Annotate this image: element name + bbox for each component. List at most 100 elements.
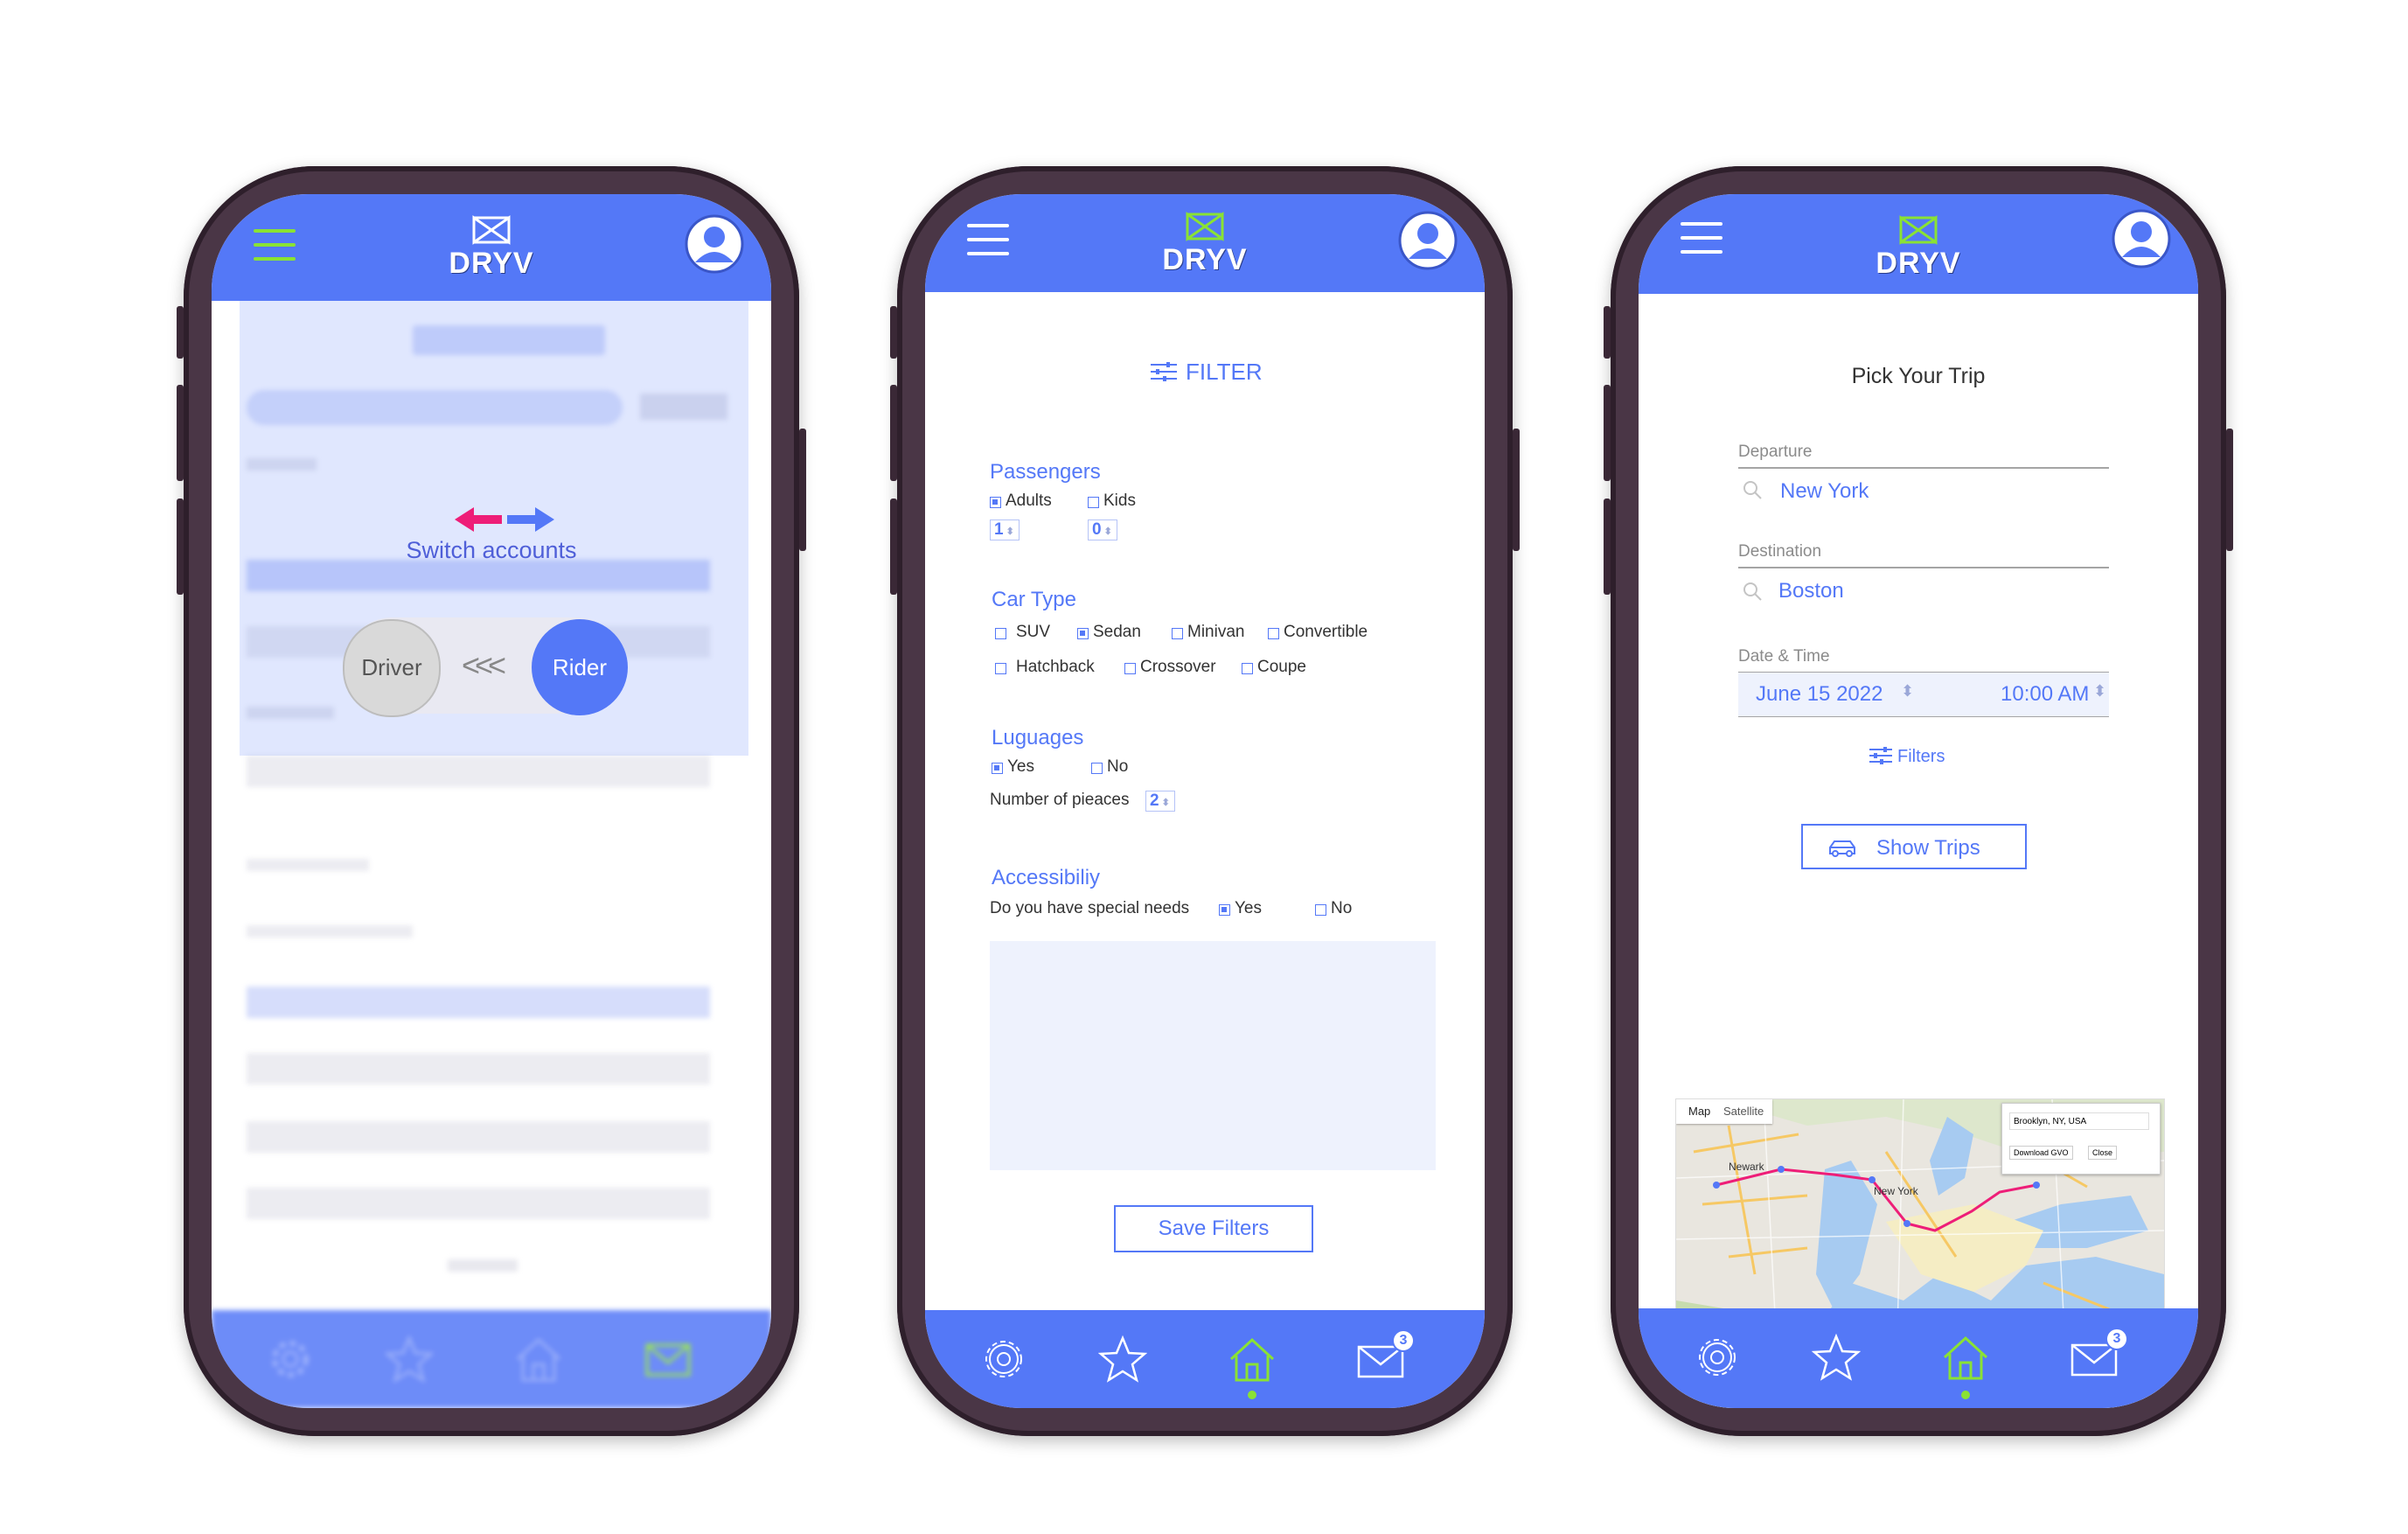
screen-switch-accounts: DRYV Switch accounts <<< Driver Rider [212,194,771,1408]
settings-icon[interactable] [1693,1333,1742,1382]
time-arrows-icon: ⬍ [2093,682,2107,700]
special-needs-textarea[interactable] [990,941,1436,1170]
satellite-tab[interactable]: Satellite [1723,1105,1764,1118]
kids-stepper[interactable]: 0 ⬍ [1088,519,1117,540]
search-icon [1743,481,1762,499]
profile-icon[interactable] [2111,208,2172,269]
special-needs-yes-label: Yes [1235,899,1262,917]
top-bar: DRYV [925,194,1485,292]
date-picker[interactable]: June 15 2022 [1756,682,1883,707]
logo-text: DRYV [449,247,534,280]
settings-icon[interactable] [266,1335,315,1384]
mail-badge: 3 [2105,1328,2128,1350]
menu-icon[interactable] [254,229,296,264]
crossover-checkbox[interactable] [1124,663,1136,674]
filter-title: FILTER [1186,359,1263,385]
special-needs-question: Do you have special needs [990,899,1190,917]
adults-value: 1 [994,520,1004,539]
luggages-yes-checkbox[interactable] [992,763,1003,774]
home-icon[interactable] [1228,1335,1277,1384]
home-icon[interactable] [1941,1333,1990,1382]
special-needs-no-label: No [1331,899,1353,917]
accessibility-title: Accessibiliy [992,866,1101,889]
map-label-newyork: New York [1874,1185,1918,1197]
sedan-label: Sedan [1093,623,1141,641]
phone-2: DRYV FILTER Passengers Adults Kids 1 ⬍ 0 ⬍… [890,166,1520,1436]
bottom-nav: 3 [1639,1308,2198,1408]
settings-icon[interactable] [979,1335,1028,1384]
active-indicator [1961,1391,1970,1399]
suv-checkbox[interactable] [995,628,1006,639]
show-trips-button[interactable]: Show Trips [1801,824,2027,869]
departure-label: Departure [1738,443,1813,461]
special-needs-no-checkbox[interactable] [1315,904,1326,916]
minivan-label: Minivan [1187,623,1245,641]
star-icon[interactable] [1098,1335,1147,1384]
minivan-checkbox[interactable] [1172,628,1183,639]
bottom-nav: 3 [925,1310,1485,1408]
time-picker[interactable]: 10:00 AM [2001,682,2089,707]
convertible-checkbox[interactable] [1268,628,1279,639]
map-info-popup: Brooklyn, NY, USA Download GVO Close [2001,1103,2161,1175]
screen-filter: DRYV FILTER Passengers Adults Kids 1 ⬍ 0 ⬍… [925,194,1485,1408]
save-filters-button[interactable]: Save Filters [1114,1205,1313,1252]
departure-underline [1738,467,2109,469]
top-bar: DRYV [1639,194,2198,294]
suv-label: SUV [1016,623,1051,641]
pieces-value: 2 [1150,791,1159,810]
star-icon[interactable] [1812,1333,1861,1382]
screen-pick-trip: DRYV Pick Your Trip Departure New York D… [1639,194,2198,1408]
kids-label: Kids [1103,492,1136,510]
page-title: Pick Your Trip [1851,364,1986,388]
popup-download-button[interactable]: Download GVO [2009,1146,2073,1160]
luggages-no-checkbox[interactable] [1091,763,1103,774]
hatchback-label: Hatchback [1016,658,1095,676]
popup-close-button[interactable]: Close [2088,1146,2118,1160]
adults-label: Adults [1006,492,1052,510]
pieces-label: Number of pieaces [990,791,1130,809]
app-logo: DRYV [1135,212,1275,277]
phone-1: DRYV Switch accounts <<< Driver Rider [177,166,806,1436]
datetime-label: Date & Time [1738,647,1830,666]
star-icon[interactable] [385,1335,434,1384]
chevrons-icon: <<< [462,647,506,683]
mail-icon[interactable] [644,1335,692,1384]
menu-icon[interactable] [967,224,1009,259]
driver-button[interactable]: Driver [343,619,441,717]
stepper-arrows-icon: ⬍ [1006,526,1014,537]
coupe-checkbox[interactable] [1242,663,1253,674]
logo-icon [1186,212,1224,241]
car-icon [1829,840,1855,857]
app-logo: DRYV [421,215,561,281]
destination-input[interactable]: Boston [1778,579,1844,603]
map-type-tabs: Map Satellite [1676,1099,1772,1124]
special-needs-yes-checkbox[interactable] [1219,904,1230,916]
profile-icon[interactable] [684,213,745,275]
logo-icon [1899,215,1938,245]
convertible-label: Convertible [1284,623,1368,641]
map-tab[interactable]: Map [1688,1105,1710,1118]
filter-icon [1869,747,1892,764]
rider-button[interactable]: Rider [532,619,628,715]
destination-underline [1738,567,2109,568]
filters-link[interactable]: Filters [1897,747,1945,767]
pieces-stepper[interactable]: 2 ⬍ [1145,791,1175,812]
departure-input[interactable]: New York [1780,479,1869,504]
kids-checkbox[interactable] [1088,497,1099,508]
sedan-checkbox[interactable] [1077,628,1089,639]
popup-address[interactable]: Brooklyn, NY, USA [2009,1112,2149,1130]
menu-icon[interactable] [1681,222,1722,257]
coupe-label: Coupe [1257,658,1306,676]
crossover-label: Crossover [1140,658,1216,676]
luggages-no-label: No [1107,757,1129,776]
profile-icon[interactable] [1397,210,1458,271]
home-icon[interactable] [514,1335,563,1384]
luggages-title: Luguages [992,726,1084,750]
adults-stepper[interactable]: 1 ⬍ [990,519,1020,540]
stepper-arrows-icon: ⬍ [1161,798,1170,808]
logo-text: DRYV [1162,243,1248,276]
passengers-title: Passengers [990,460,1101,484]
phone-3: DRYV Pick Your Trip Departure New York D… [1604,166,2233,1436]
hatchback-checkbox[interactable] [995,663,1006,674]
adults-checkbox[interactable] [990,497,1001,508]
